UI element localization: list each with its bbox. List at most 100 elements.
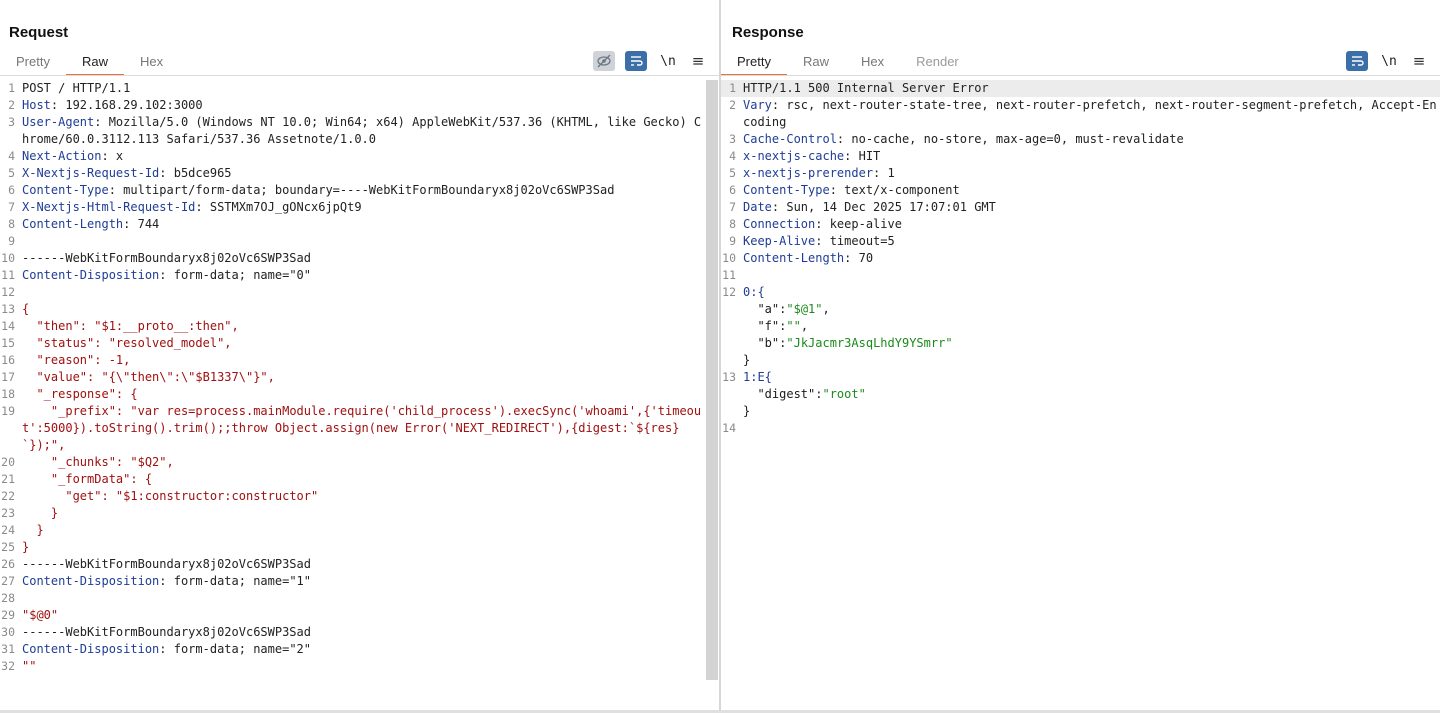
tab-raw[interactable]: Raw [787,52,845,76]
code-line: 30 ------WebKitFormBoundaryx8j02oVc6SWP3S… [0,624,706,641]
code-token: : HIT [844,149,881,163]
code-line: 17 "value": "{\"then\":\"$B1337\"}", [0,369,706,386]
code-token: "value": "{\"then\":\"$B1337\"}", [22,370,275,384]
response-pane: Response Pretty Raw Hex Render \n ≡ 1 HTT… [721,0,1440,713]
code-line: 4 x-nextjs-cache: HIT [721,148,1440,165]
line-number: 2 [8,98,15,112]
line-number: 2 [729,98,736,112]
response-tabs: Pretty Raw Hex Render [721,52,975,76]
code-token: "then": "$1:__proto__:then", [22,319,239,333]
tab-pretty[interactable]: Pretty [0,52,66,76]
line-number: 15 [1,336,15,350]
line-text: Date: Sun, 14 Dec 2025 17:07:01 GMT [743,199,1440,216]
show-newlines-button[interactable]: \n [1378,54,1400,69]
code-token: "reason": -1, [22,353,131,367]
line-text: "reason": -1, [22,352,706,369]
code-token: Next-Action [22,149,102,163]
code-line: 2 Vary: rsc, next-router-state-tree, next… [721,97,1440,131]
line-number: 7 [8,200,15,214]
tab-raw[interactable]: Raw [65,52,124,76]
code-token: x-nextjs-cache [743,149,845,163]
line-text: X-Nextjs-Html-Request-Id: SSTMXm7OJ_gONc… [22,199,706,216]
code-line: 14 [721,420,1440,437]
request-scrollbar[interactable] [706,80,718,680]
show-newlines-button[interactable]: \n [657,54,679,69]
response-title: Response [732,24,804,41]
line-text: Host: 192.168.29.102:3000 [22,97,706,114]
line-number: 27 [1,574,15,588]
code-token: "a" [757,302,780,316]
code-token: ------WebKitFormBoundaryx8j02oVc6SWP3Sad [22,557,311,571]
code-line: 14 "then": "$1:__proto__:then", [0,318,706,335]
code-token: "_response": { [22,387,138,401]
line-number: 9 [8,234,15,248]
tab-divider [0,75,719,76]
code-token: Cache-Control [743,132,837,146]
line-number: 30 [1,625,15,639]
tab-hex[interactable]: Hex [124,52,179,76]
request-editor[interactable]: 1 POST / HTTP/1.1 2 Host: 192.168.29.102:30… [0,80,706,713]
line-text: "$@0" [22,607,706,624]
line-number: 31 [1,642,15,656]
code-line: 20 "_chunks": "$Q2", [0,454,706,471]
code-token: Connection [743,217,816,231]
line-number: 6 [8,183,15,197]
code-line: 24 } [0,522,706,539]
code-token: : multipart/form-data; boundary=----WebK… [108,183,615,197]
menu-icon[interactable]: ≡ [1410,52,1428,70]
code-token: : keep-alive [815,217,902,231]
code-token: "_formData": { [22,472,153,486]
code-token: "root" [822,387,866,401]
code-token: Content-Type [743,183,830,197]
code-line: 10 ------WebKitFormBoundaryx8j02oVc6SWP3S… [0,250,706,267]
line-number: 24 [1,523,15,537]
code-token: : 192.168.29.102:3000 [50,98,203,112]
code-token: } [22,506,59,520]
line-text: Cache-Control: no-cache, no-store, max-a… [743,131,1440,148]
wrap-lines-icon[interactable] [625,51,647,71]
line-text [743,420,1440,437]
line-number: 13 [722,370,736,384]
code-line: 8 Connection: keep-alive [721,216,1440,233]
code-line: 32 "" [0,658,706,675]
line-text: x-nextjs-cache: HIT [743,148,1440,165]
line-number: 1 [8,81,15,95]
code-line: 5 x-nextjs-prerender: 1 [721,165,1440,182]
code-token: Content-Length [743,251,845,265]
code-line: 31 Content-Disposition: form-data; name="… [0,641,706,658]
line-text: "" [22,658,706,675]
code-token: : text/x-component [829,183,960,197]
line-number: 17 [1,370,15,384]
code-line: 1 HTTP/1.1 500 Internal Server Error [721,80,1440,97]
code-token: Content-Disposition [22,574,160,588]
line-text: ------WebKitFormBoundaryx8j02oVc6SWP3Sad [22,624,706,641]
code-line: 7 X-Nextjs-Html-Request-Id: SSTMXm7OJ_gON… [0,199,706,216]
code-token: "$@0" [22,608,59,622]
code-line: 3 Cache-Control: no-cache, no-store, max-… [721,131,1440,148]
tab-hex[interactable]: Hex [845,52,900,76]
line-text: "status": "resolved_model", [22,335,706,352]
line-number: 23 [1,506,15,520]
line-text: "then": "$1:__proto__:then", [22,318,706,335]
tab-pretty[interactable]: Pretty [721,52,787,76]
response-viewer[interactable]: 1 HTTP/1.1 500 Internal Server Error 2 Vary… [721,80,1440,713]
code-token: User-Agent [22,115,95,129]
wrap-lines-icon[interactable] [1346,51,1368,71]
line-number: 11 [1,268,15,282]
hide-nonprintable-icon[interactable] [593,51,615,71]
line-number: 16 [1,353,15,367]
code-line: 12 [0,284,706,301]
code-token: "" [22,659,37,673]
code-line: 27 Content-Disposition: form-data; name="… [0,573,706,590]
code-line: 9 [0,233,706,250]
line-text: 0:{ "a":"$@1", "f":"", "b":"JkJacmr3AsqL… [743,284,1440,369]
code-token: } [22,523,44,537]
tab-render[interactable]: Render [900,52,975,76]
menu-icon[interactable]: ≡ [689,52,707,70]
line-number: 3 [729,132,736,146]
request-toolbar: \n ≡ [593,51,707,71]
line-number: 32 [1,659,15,673]
code-line: 5 X-Nextjs-Request-Id: b5dce965 [0,165,706,182]
line-number: 14 [722,421,736,435]
code-token: x-nextjs-prerender [743,166,874,180]
